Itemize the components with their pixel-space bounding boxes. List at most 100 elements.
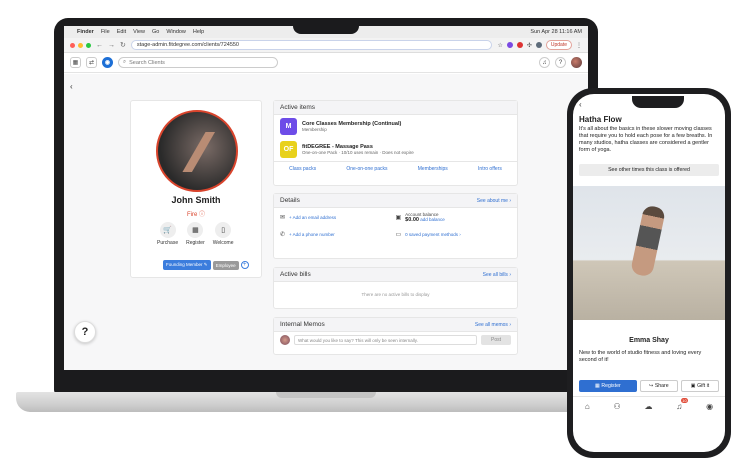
- share-button[interactable]: ↪ Share: [639, 380, 678, 392]
- people-icon[interactable]: ⚇: [614, 402, 621, 411]
- register-button[interactable]: ▦ Register: [579, 380, 637, 392]
- add-balance-link[interactable]: add balance: [420, 217, 445, 222]
- tab-bar: ⌂ ⚇ ☁ ♫ 10 ◉: [573, 396, 725, 416]
- maximize-window-button[interactable]: [86, 42, 91, 48]
- chat-icon[interactable]: ☁: [645, 402, 653, 411]
- help-button[interactable]: ?: [74, 321, 96, 343]
- class-description: It's all about the basics in these slowe…: [579, 126, 713, 153]
- header-actions: ♫ ?: [539, 57, 582, 68]
- forward-arrow-icon[interactable]: →: [108, 42, 115, 49]
- tablet-icon: ▯: [215, 222, 232, 238]
- tab-intro-offers[interactable]: Intro offers: [478, 166, 502, 172]
- search-icon: ⌕: [123, 59, 127, 65]
- see-all-memos-link[interactable]: See all memos ›: [475, 322, 511, 328]
- fitdegree-logo[interactable]: ◉: [102, 57, 113, 68]
- help-circle-icon[interactable]: ?: [555, 57, 566, 68]
- post-button[interactable]: Post: [481, 335, 511, 345]
- credit-card-icon: ▭: [395, 232, 402, 238]
- tag-founding-member[interactable]: Founding Member ✎: [163, 260, 211, 270]
- gift-button[interactable]: ▣ Gift it: [680, 380, 719, 392]
- register-button[interactable]: ▦ Register: [186, 222, 205, 246]
- menu-finder[interactable]: Finder: [77, 29, 94, 35]
- see-about-me-link[interactable]: See about me ›: [477, 198, 511, 204]
- panel-title: Internal Memos: [280, 321, 325, 328]
- search-placeholder: Search Clients: [129, 59, 165, 66]
- window-controls: [70, 42, 91, 48]
- details-row: ✆ + Add a phone number ▭ 0 saved payment m…: [274, 227, 517, 242]
- search-clients-input[interactable]: ⌕ Search Clients: [118, 57, 278, 68]
- menu-file[interactable]: File: [101, 29, 110, 35]
- notifications-icon[interactable]: ♫ 10: [676, 398, 688, 411]
- url-field[interactable]: stage-admin.fitdegree.com/clients/724550: [130, 40, 493, 50]
- menu-edit[interactable]: Edit: [117, 29, 126, 35]
- extension-icon[interactable]: [516, 42, 523, 48]
- list-item[interactable]: OF fitDEGREE - Massage Pass One-on-one Pa…: [274, 138, 517, 161]
- profile-icon[interactable]: [535, 42, 542, 48]
- cart-icon: 🛒: [159, 222, 176, 238]
- back-chevron-icon[interactable]: ‹: [579, 100, 582, 109]
- item-detail: One-on-one Pack · 10/10 uses remain · Do…: [302, 150, 414, 155]
- memo-avatar: [280, 335, 290, 345]
- welcome-button[interactable]: ▯ Welcome: [213, 222, 234, 246]
- link-label: See all memos: [474, 321, 508, 328]
- memos-header: Internal Memos See all memos ›: [274, 318, 517, 332]
- client-rank: Fire ⓘ: [131, 209, 261, 218]
- client-tags: Founding Member ✎ Employee +: [163, 260, 249, 270]
- back-chevron-icon[interactable]: ‹: [70, 82, 73, 91]
- close-window-button[interactable]: [70, 42, 75, 48]
- phone-screen: ‹ Hatha Flow It's all about the basics i…: [573, 94, 725, 452]
- active-bills-panel: Active bills See all bills › There are no…: [273, 267, 518, 309]
- register-label: Register: [186, 240, 205, 246]
- extension-icon[interactable]: [506, 42, 513, 48]
- home-icon[interactable]: ⌂: [585, 402, 590, 411]
- other-times-button[interactable]: See other times this class is offered: [579, 164, 719, 176]
- tag-employee[interactable]: Employee: [212, 260, 239, 270]
- memo-input[interactable]: What would you like to say? This will on…: [294, 335, 477, 345]
- add-phone-link[interactable]: + Add a phone number: [289, 232, 335, 237]
- gift-label: Gift it: [697, 383, 710, 389]
- add-email-link[interactable]: + Add an email address: [289, 215, 336, 220]
- apps-grid-icon[interactable]: ▦: [70, 57, 81, 68]
- purchase-label: Purchase: [157, 240, 179, 246]
- purchase-button[interactable]: 🛒 Purchase: [157, 222, 178, 246]
- class-title: Hatha Flow: [579, 115, 622, 124]
- update-button[interactable]: Update: [545, 40, 572, 50]
- profile-actions: 🛒 Purchase ▦ Register ▯ Welcome: [157, 222, 234, 246]
- info-icon[interactable]: ⓘ: [199, 212, 205, 218]
- list-item[interactable]: M Core Classes Membership (Continual) Mem…: [274, 115, 517, 138]
- switch-icon[interactable]: ⇄: [86, 57, 97, 68]
- app-header: ▦ ⇄ ◉ ⌕ Search Clients ♫ ?: [64, 53, 588, 73]
- client-profile-card: John Smith Fire ⓘ 🛒 Purchase ▦ Register ▯ W…: [130, 100, 262, 278]
- reload-icon[interactable]: ↻: [120, 41, 126, 49]
- internal-memos-panel: Internal Memos See all memos › What would…: [273, 317, 518, 355]
- details-row: ✉ + Add an email address ▣ Account balance…: [274, 208, 517, 227]
- menu-go[interactable]: Go: [152, 29, 159, 35]
- client-photo: [156, 110, 238, 192]
- user-avatar[interactable]: [571, 57, 582, 68]
- instructor-name: Emma Shay: [629, 337, 669, 344]
- payment-methods-label: 0 saved payment methods: [405, 232, 458, 237]
- more-menu-icon[interactable]: ⋮: [576, 42, 582, 49]
- link-label: See all bills: [482, 271, 508, 278]
- menu-view[interactable]: View: [133, 29, 145, 35]
- see-all-bills-link[interactable]: See all bills ›: [483, 272, 511, 278]
- minimize-window-button[interactable]: [78, 42, 83, 48]
- notification-bell-icon[interactable]: ♫: [539, 57, 550, 68]
- register-label: Register: [601, 383, 621, 389]
- back-arrow-icon[interactable]: ←: [96, 42, 103, 49]
- menu-help[interactable]: Help: [193, 29, 204, 35]
- payment-methods-link[interactable]: 0 saved payment methods ›: [405, 232, 461, 237]
- active-items-header: Active items: [274, 101, 517, 115]
- tab-one-on-one-packs[interactable]: One-on-one packs: [346, 166, 387, 172]
- calendar-icon: ▦: [187, 222, 204, 238]
- menu-window[interactable]: Window: [166, 29, 186, 35]
- bookmark-star-icon[interactable]: ☆: [497, 42, 502, 49]
- panel-title: Active items: [280, 104, 316, 111]
- puzzle-icon[interactable]: ✣: [527, 42, 532, 49]
- add-tag-icon[interactable]: +: [240, 261, 249, 269]
- tab-memberships[interactable]: Memberships: [418, 166, 448, 172]
- pack-badge: OF: [280, 141, 297, 158]
- profile-icon[interactable]: ◉: [706, 402, 713, 411]
- tab-class-packs[interactable]: Class packs: [289, 166, 316, 172]
- panel-title: Details: [280, 197, 300, 204]
